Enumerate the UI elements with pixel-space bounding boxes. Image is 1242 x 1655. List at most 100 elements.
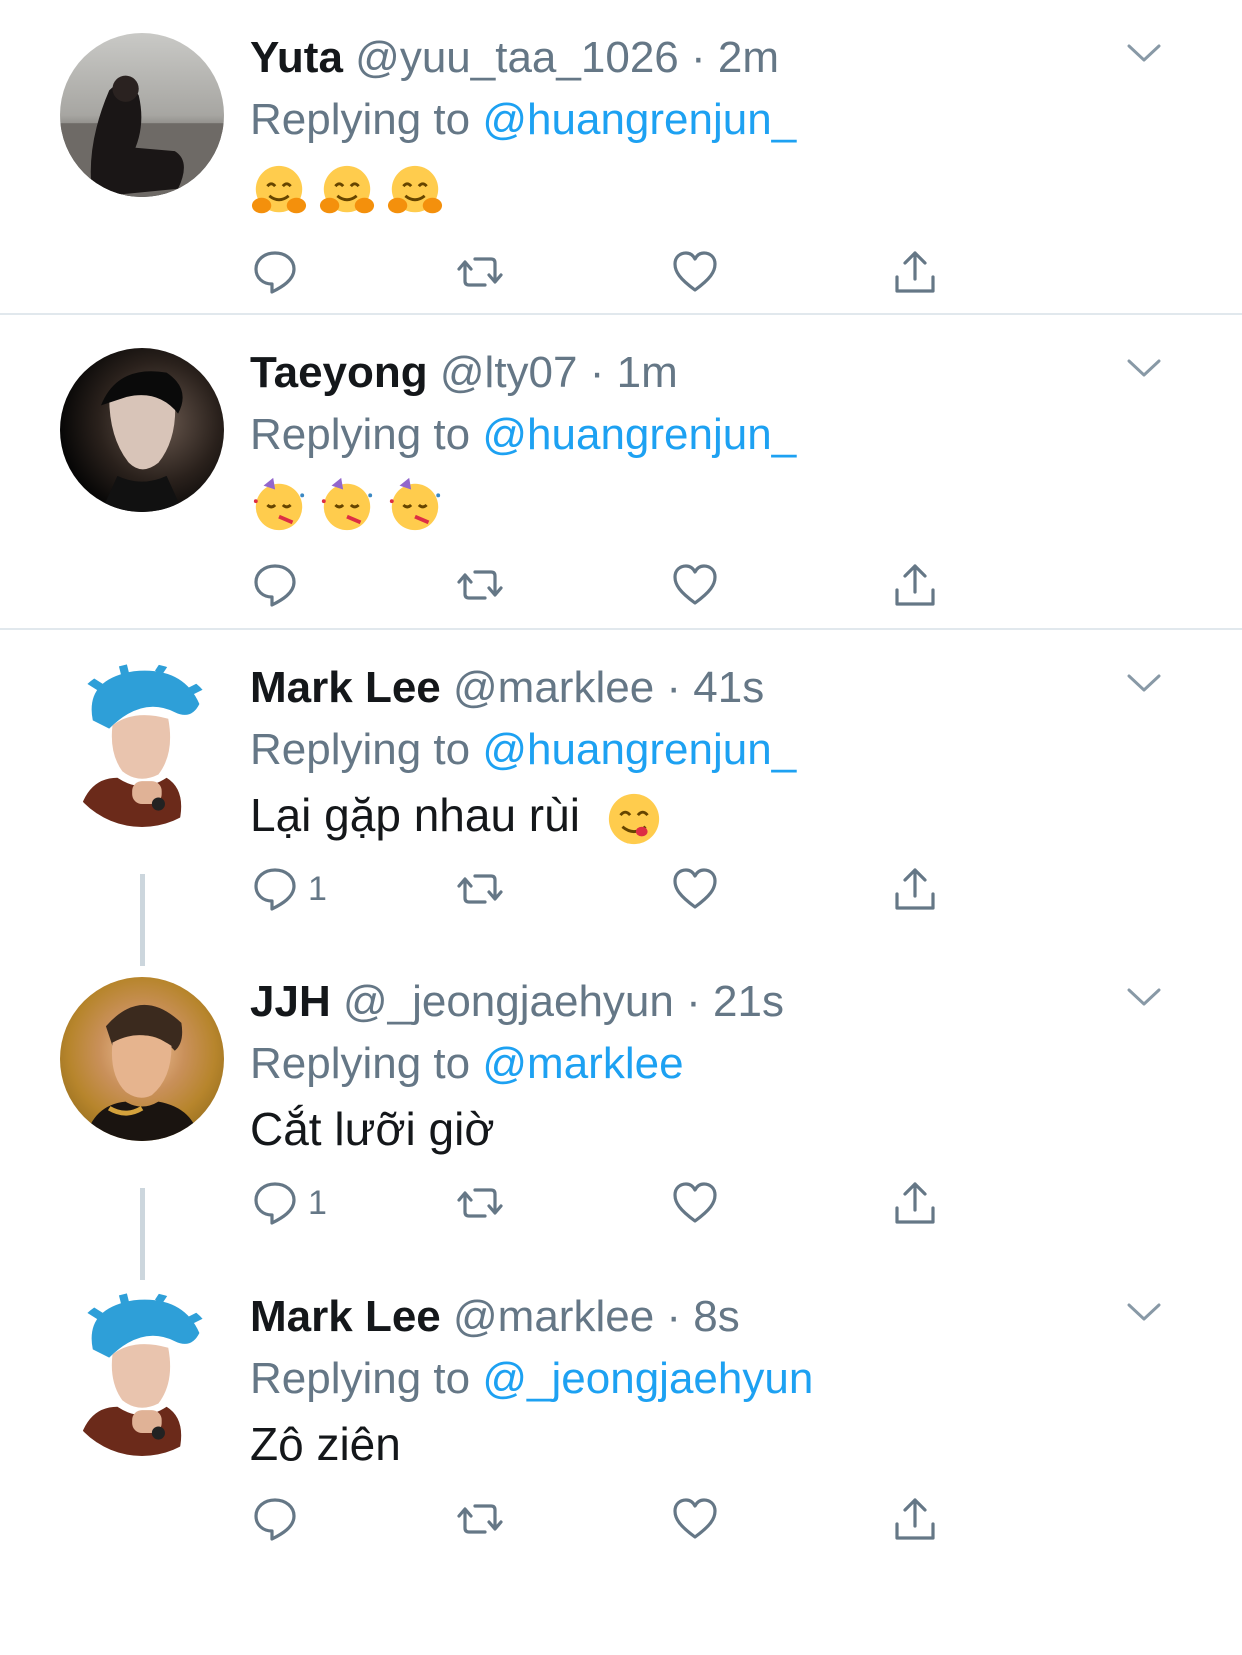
chevron-down-icon[interactable] xyxy=(1126,42,1162,64)
timestamp[interactable]: 2m xyxy=(718,33,779,82)
retweet-button[interactable] xyxy=(455,1176,505,1230)
partying-face-emoji xyxy=(321,477,373,530)
tweet-text-content: Zô ziên xyxy=(250,1418,401,1470)
retweet-icon xyxy=(457,257,503,287)
timestamp[interactable]: 8s xyxy=(693,1292,739,1341)
username[interactable]: @marklee xyxy=(453,663,654,712)
reply-count: 1 xyxy=(308,1183,327,1222)
avatar[interactable] xyxy=(60,1292,224,1456)
reply-mention-link[interactable]: @huangrenjun_ xyxy=(482,410,796,459)
retweet-icon xyxy=(457,1188,503,1218)
tweet-text xyxy=(250,471,454,534)
share-icon xyxy=(895,868,935,910)
partying-face-emoji xyxy=(389,477,441,530)
avatar[interactable] xyxy=(60,663,224,827)
tweet-marklee-1[interactable]: Mark Lee @marklee · 41s Replying to @hua… xyxy=(0,630,1242,944)
tweet-text: Zô ziên xyxy=(250,1414,401,1474)
username[interactable]: @marklee xyxy=(453,1292,654,1341)
like-button[interactable] xyxy=(670,1176,720,1230)
avatar[interactable] xyxy=(60,977,224,1141)
retweet-button[interactable] xyxy=(455,1492,505,1546)
display-name[interactable]: Mark Lee xyxy=(250,663,441,712)
username[interactable]: @lty07 xyxy=(440,348,578,397)
heart-icon xyxy=(673,564,717,605)
heart-icon xyxy=(673,251,717,292)
tweet-actions: 1 xyxy=(250,1176,1010,1236)
retweet-button[interactable] xyxy=(455,558,505,612)
reply-mention-link[interactable]: @huangrenjun_ xyxy=(482,725,796,774)
tweet-actions xyxy=(250,245,1010,305)
chevron-down-icon[interactable] xyxy=(1126,1301,1162,1323)
tweet-text xyxy=(250,158,454,221)
partying-face-emoji xyxy=(253,477,305,530)
tweet-marklee-2[interactable]: Mark Lee @marklee · 8s Replying to @_jeo… xyxy=(0,1259,1242,1655)
reply-prefix: Replying to xyxy=(250,410,471,459)
chevron-down-icon[interactable] xyxy=(1126,357,1162,379)
retweet-icon xyxy=(457,874,503,904)
share-button[interactable] xyxy=(890,558,940,612)
tweet-jjh[interactable]: JJH @_jeongjaehyun · 21s Replying to @ma… xyxy=(0,944,1242,1258)
hugging-face-emoji xyxy=(387,165,443,214)
share-button[interactable] xyxy=(890,245,940,299)
share-button[interactable] xyxy=(890,1492,940,1546)
timestamp[interactable]: 21s xyxy=(713,977,784,1026)
retweet-button[interactable] xyxy=(455,245,505,299)
share-icon xyxy=(895,1182,935,1224)
chevron-down-icon[interactable] xyxy=(1126,986,1162,1008)
heart-icon xyxy=(673,1498,717,1539)
reply-feed: Yuta @yuu_taa_1026 · 2m Replying to @hua… xyxy=(0,0,1242,1655)
timestamp[interactable]: 1m xyxy=(617,348,678,397)
tweet-text-content: Lại gặp nhau rùi xyxy=(250,789,580,841)
reply-bubble-icon xyxy=(254,1498,296,1541)
reply-button[interactable] xyxy=(250,245,308,299)
replying-to: Replying to @_jeongjaehyun xyxy=(250,1351,813,1407)
tweet-taeyong[interactable]: Taeyong @lty07 · 1m Replying to @huangre… xyxy=(0,315,1242,628)
reply-button[interactable]: 1 xyxy=(250,1176,327,1230)
username[interactable]: @yuu_taa_1026 xyxy=(355,33,679,82)
display-name[interactable]: Mark Lee xyxy=(250,1292,441,1341)
avatar[interactable] xyxy=(60,348,224,512)
share-button[interactable] xyxy=(890,862,940,916)
replying-to: Replying to @huangrenjun_ xyxy=(250,92,796,148)
display-name[interactable]: JJH xyxy=(250,977,331,1026)
tweet-header: Yuta @yuu_taa_1026 · 2m xyxy=(250,33,779,82)
reply-count: 1 xyxy=(308,869,327,908)
yum-face-emoji xyxy=(608,793,659,844)
tweet-actions xyxy=(250,558,1010,618)
share-button[interactable] xyxy=(890,1176,940,1230)
tweet-text: Cắt lưỡi giờ xyxy=(250,1099,495,1159)
tweet-header: Mark Lee @marklee · 41s xyxy=(250,663,765,712)
tweet-text-content: Cắt lưỡi giờ xyxy=(250,1103,495,1155)
retweet-button[interactable] xyxy=(455,862,505,916)
reply-prefix: Replying to xyxy=(250,725,471,774)
display-name[interactable]: Yuta xyxy=(250,33,343,82)
reply-prefix: Replying to xyxy=(250,1039,471,1088)
heart-icon xyxy=(673,1182,717,1223)
tweet-yuta[interactable]: Yuta @yuu_taa_1026 · 2m Replying to @hua… xyxy=(0,0,1242,315)
replying-to: Replying to @huangrenjun_ xyxy=(250,407,796,463)
reply-button[interactable] xyxy=(250,1492,308,1546)
share-icon xyxy=(895,1498,935,1540)
username[interactable]: @_jeongjaehyun xyxy=(343,977,674,1026)
tweet-header: Mark Lee @marklee · 8s xyxy=(250,1292,740,1341)
avatar[interactable] xyxy=(60,33,224,197)
reply-button[interactable] xyxy=(250,558,308,612)
tweet-actions: 1 xyxy=(250,862,1010,922)
timestamp[interactable]: 41s xyxy=(693,663,764,712)
reply-prefix: Replying to xyxy=(250,1354,471,1403)
reply-mention-link[interactable]: @huangrenjun_ xyxy=(482,95,796,144)
reply-bubble-icon xyxy=(254,564,296,607)
display-name[interactable]: Taeyong xyxy=(250,348,428,397)
replying-to: Replying to @huangrenjun_ xyxy=(250,722,796,778)
like-button[interactable] xyxy=(670,245,720,299)
like-button[interactable] xyxy=(670,862,720,916)
like-button[interactable] xyxy=(670,1492,720,1546)
chevron-down-icon[interactable] xyxy=(1126,672,1162,694)
reply-bubble-icon xyxy=(254,1182,296,1225)
reply-mention-link[interactable]: @_jeongjaehyun xyxy=(482,1354,813,1403)
share-icon xyxy=(895,251,935,293)
reply-button[interactable]: 1 xyxy=(250,862,327,916)
retweet-icon xyxy=(457,570,503,600)
like-button[interactable] xyxy=(670,558,720,612)
reply-mention-link[interactable]: @marklee xyxy=(482,1039,683,1088)
